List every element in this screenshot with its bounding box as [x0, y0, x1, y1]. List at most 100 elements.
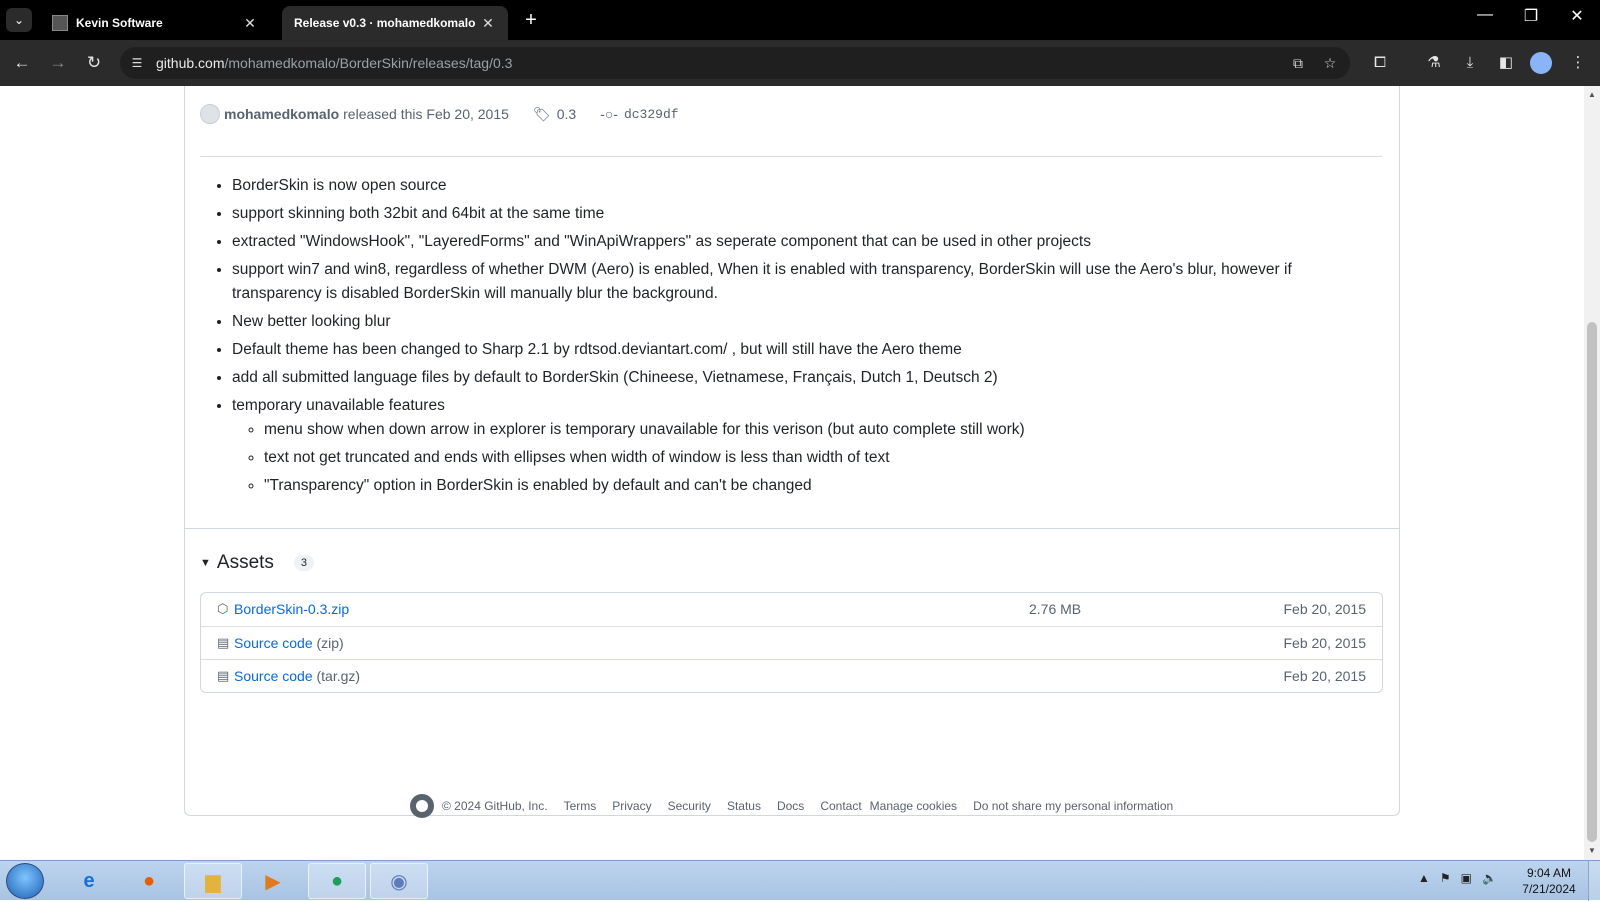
- windows-taskbar: e ● ▆ ▶ ● ◉ ▲ ⚑ ▣ 🔈 9:04 AM 7/21/2024: [0, 860, 1600, 901]
- avatar[interactable]: [200, 104, 220, 124]
- release-date-text: released this Feb 20, 2015: [343, 106, 509, 122]
- footer-link-security[interactable]: Security: [668, 799, 711, 813]
- footer-copyright: © 2024 GitHub, Inc.: [442, 799, 548, 813]
- install-app-icon[interactable]: ⧉: [1288, 53, 1308, 73]
- browser-tab-strip: ⌄ Kevin Software ✕ Release v0.3 · mohame…: [0, 0, 1600, 40]
- bookmark-star-icon[interactable]: ☆: [1320, 53, 1340, 73]
- package-icon: ⬡: [217, 601, 229, 616]
- start-button[interactable]: [6, 863, 44, 899]
- tab-title: Kevin Software: [76, 16, 163, 30]
- menu-kebab-icon[interactable]: ⋮: [1566, 51, 1590, 75]
- scroll-down-icon[interactable]: ▼: [1588, 846, 1596, 855]
- minimize-button[interactable]: —: [1470, 6, 1500, 24]
- release-meta: mohamedkomalo released this Feb 20, 2015…: [200, 102, 679, 126]
- back-arrow-icon[interactable]: ←: [10, 51, 34, 75]
- caret-down-icon: ▼: [200, 557, 211, 569]
- divider: [184, 528, 1400, 529]
- assets-heading: Assets: [216, 552, 274, 573]
- new-tab-button[interactable]: +: [520, 9, 542, 32]
- clock-date: 7/21/2024: [1522, 882, 1576, 896]
- scroll-thumb[interactable]: [1587, 322, 1597, 842]
- note-item: add all submitted language files by defa…: [232, 366, 1352, 390]
- network-icon[interactable]: ▣: [1461, 871, 1472, 885]
- volume-muted-icon[interactable]: 🔈: [1482, 871, 1497, 885]
- footer-link-privacy[interactable]: Privacy: [612, 799, 651, 813]
- labs-flask-icon[interactable]: ⚗: [1422, 51, 1446, 75]
- tab-search-button[interactable]: ⌄: [6, 8, 32, 32]
- asset-date: Feb 20, 2015: [1283, 668, 1366, 684]
- note-item: New better looking blur: [232, 310, 1352, 334]
- note-item-with-subitems: temporary unavailable features menu show…: [232, 394, 1352, 498]
- site-favicon-icon: [52, 15, 68, 31]
- reload-icon[interactable]: ↻: [82, 51, 106, 75]
- browser-toolbar: ← → ↻ ☰ github.com/mohamedkomalo/BorderS…: [0, 40, 1600, 86]
- action-center-flag-icon[interactable]: ⚑: [1440, 871, 1451, 885]
- tab-title: Release v0.3 · mohamedkomalo: [294, 16, 476, 30]
- note-item: Default theme has been changed to Sharp …: [232, 338, 1352, 362]
- note-item: BorderSkin is now open source: [232, 174, 1352, 198]
- subnote-item: menu show when down arrow in explorer is…: [264, 418, 1352, 442]
- tag-link[interactable]: 0.3: [557, 106, 576, 122]
- tag-icon: 🏷: [532, 105, 551, 122]
- assets-toggle[interactable]: ▼ Assets 3: [200, 552, 315, 574]
- release-notes: BorderSkin is now open source support sk…: [212, 174, 1352, 502]
- app-green-icon[interactable]: ●: [308, 863, 366, 899]
- url-text[interactable]: github.com/mohamedkomalo/BorderSkin/rele…: [156, 55, 512, 71]
- assets-list: ⬡ BorderSkin-0.3.zip 2.76 MB Feb 20, 201…: [200, 592, 1383, 693]
- footer-link-docs[interactable]: Docs: [777, 799, 804, 813]
- footer-link-do-not-share[interactable]: Do not share my personal information: [973, 799, 1173, 813]
- asset-link[interactable]: BorderSkin-0.3.zip: [234, 601, 349, 617]
- asset-row: ⬡ BorderSkin-0.3.zip 2.76 MB Feb 20, 201…: [201, 593, 1382, 626]
- page-footer: © 2024 GitHub, Inc. Terms Privacy Securi…: [410, 794, 1189, 818]
- subnote-item: text not get truncated and ends with ell…: [264, 446, 1352, 470]
- footer-link-manage-cookies[interactable]: Manage cookies: [870, 799, 957, 813]
- chrome-icon[interactable]: ◉: [370, 863, 428, 899]
- tray-expand-icon[interactable]: ▲: [1418, 871, 1430, 885]
- note-item-label: temporary unavailable features: [232, 397, 445, 414]
- taskbar-clock[interactable]: 9:04 AM 7/21/2024: [1514, 865, 1584, 897]
- close-window-button[interactable]: ✕: [1562, 6, 1592, 26]
- file-zip-icon: ▤: [217, 668, 230, 683]
- note-item: extracted "WindowsHook", "LayeredForms" …: [232, 230, 1352, 254]
- maximize-button[interactable]: ❐: [1516, 6, 1546, 26]
- firefox-icon[interactable]: ●: [120, 863, 178, 899]
- divider: [200, 156, 1382, 157]
- commit-link[interactable]: dc329df: [624, 107, 679, 122]
- side-panel-icon[interactable]: ◧: [1494, 51, 1518, 75]
- close-icon[interactable]: ✕: [480, 15, 496, 32]
- scroll-up-icon[interactable]: ▲: [1588, 90, 1596, 99]
- address-bar[interactable]: ☰ github.com/mohamedkomalo/BorderSkin/re…: [120, 47, 1350, 79]
- extensions-puzzle-icon[interactable]: ⧠: [1368, 51, 1392, 75]
- internet-explorer-icon[interactable]: e: [60, 863, 118, 899]
- profile-avatar-icon[interactable]: [1530, 52, 1552, 74]
- footer-link-terms[interactable]: Terms: [564, 799, 597, 813]
- site-info-icon[interactable]: ☰: [128, 54, 146, 72]
- asset-link[interactable]: Source code (zip): [234, 635, 344, 651]
- show-desktop-button[interactable]: [1588, 861, 1600, 901]
- clock-time: 9:04 AM: [1526, 866, 1572, 880]
- download-icon[interactable]: ⤓: [1458, 51, 1482, 75]
- tab-kevin-software[interactable]: Kevin Software ✕: [40, 6, 270, 40]
- asset-row: ▤ Source code (zip) Feb 20, 2015: [201, 626, 1382, 659]
- footer-link-status[interactable]: Status: [727, 799, 761, 813]
- note-item: support skinning both 32bit and 64bit at…: [232, 202, 1352, 226]
- file-zip-icon: ▤: [217, 635, 230, 650]
- close-icon[interactable]: ✕: [242, 15, 258, 32]
- asset-link[interactable]: Source code (tar.gz): [234, 668, 360, 684]
- forward-arrow-icon[interactable]: →: [46, 51, 70, 75]
- web-page: mohamedkomalo released this Feb 20, 2015…: [0, 86, 1584, 860]
- author-link[interactable]: mohamedkomalo: [224, 106, 339, 122]
- asset-date: Feb 20, 2015: [1283, 635, 1366, 651]
- asset-date: Feb 20, 2015: [1283, 601, 1366, 617]
- media-player-icon[interactable]: ▶: [244, 863, 302, 899]
- system-tray: ▲ ⚑ ▣ 🔈: [1418, 871, 1497, 885]
- subnote-item: "Transparency" option in BorderSkin is e…: [264, 474, 1352, 498]
- note-item: support win7 and win8, regardless of whe…: [232, 258, 1352, 306]
- assets-count-badge: 3: [293, 555, 315, 571]
- footer-link-contact[interactable]: Contact: [820, 799, 861, 813]
- tab-release[interactable]: Release v0.3 · mohamedkomalo ✕: [282, 6, 508, 40]
- github-logo-icon[interactable]: [410, 794, 434, 818]
- page-scrollbar[interactable]: ▲ ▼: [1584, 86, 1600, 860]
- file-explorer-icon[interactable]: ▆: [184, 863, 242, 899]
- commit-icon: -○-: [600, 106, 618, 122]
